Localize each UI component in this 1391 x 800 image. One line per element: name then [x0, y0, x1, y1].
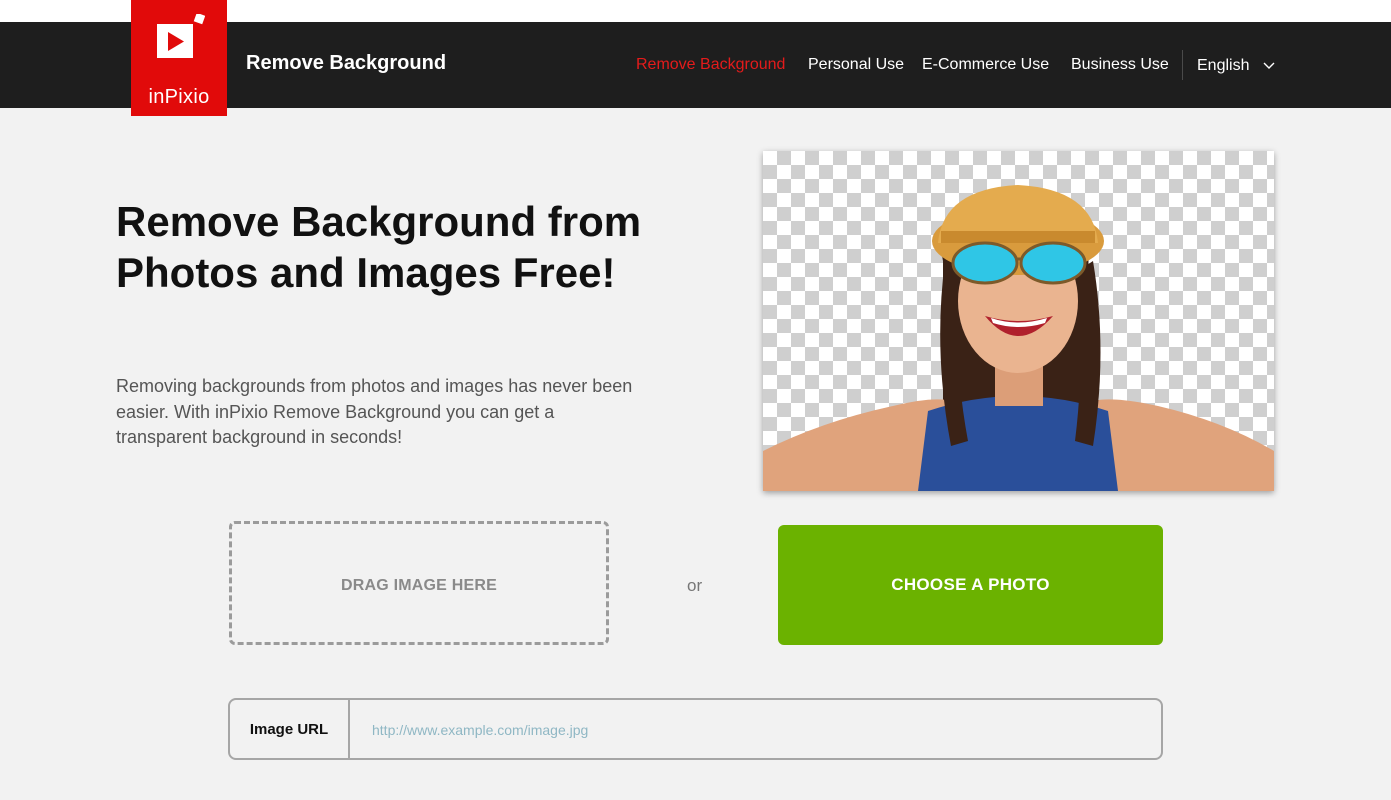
hero-description: Removing backgrounds from photos and ima…	[116, 376, 633, 447]
example-preview-image	[763, 151, 1274, 491]
chevron-down-icon[interactable]	[1263, 60, 1275, 70]
image-url-label-box: Image URL	[230, 700, 350, 758]
page-brand-title[interactable]: Remove Background	[246, 52, 446, 75]
image-url-input[interactable]	[370, 714, 1144, 746]
inpixio-logo-icon	[157, 14, 205, 58]
or-separator: or	[687, 576, 703, 595]
drag-image-dropzone[interactable]: DRAG IMAGE HERE	[229, 521, 609, 645]
nav-business-use[interactable]: Business Use	[1071, 56, 1169, 74]
choose-photo-button[interactable]: CHOOSE A PHOTO	[778, 525, 1163, 645]
logo-text: inPixio	[148, 86, 210, 108]
nav-personal-use[interactable]: Personal Use	[808, 56, 904, 74]
inpixio-logo[interactable]: inPixio	[131, 0, 227, 116]
nav-remove-background[interactable]: Remove Background	[636, 56, 785, 74]
hero-title: Remove Background from Photos and Images…	[116, 198, 642, 296]
nav-ecommerce-use[interactable]: E-Commerce Use	[922, 56, 1049, 74]
example-photo-illustration	[763, 185, 1274, 491]
nav-divider	[1182, 50, 1183, 80]
image-url-label: Image URL	[249, 721, 329, 738]
language-selector[interactable]: English	[1197, 57, 1249, 75]
image-url-field: Image URL	[228, 698, 1163, 760]
dropzone-label: DRAG IMAGE HERE	[341, 577, 497, 594]
